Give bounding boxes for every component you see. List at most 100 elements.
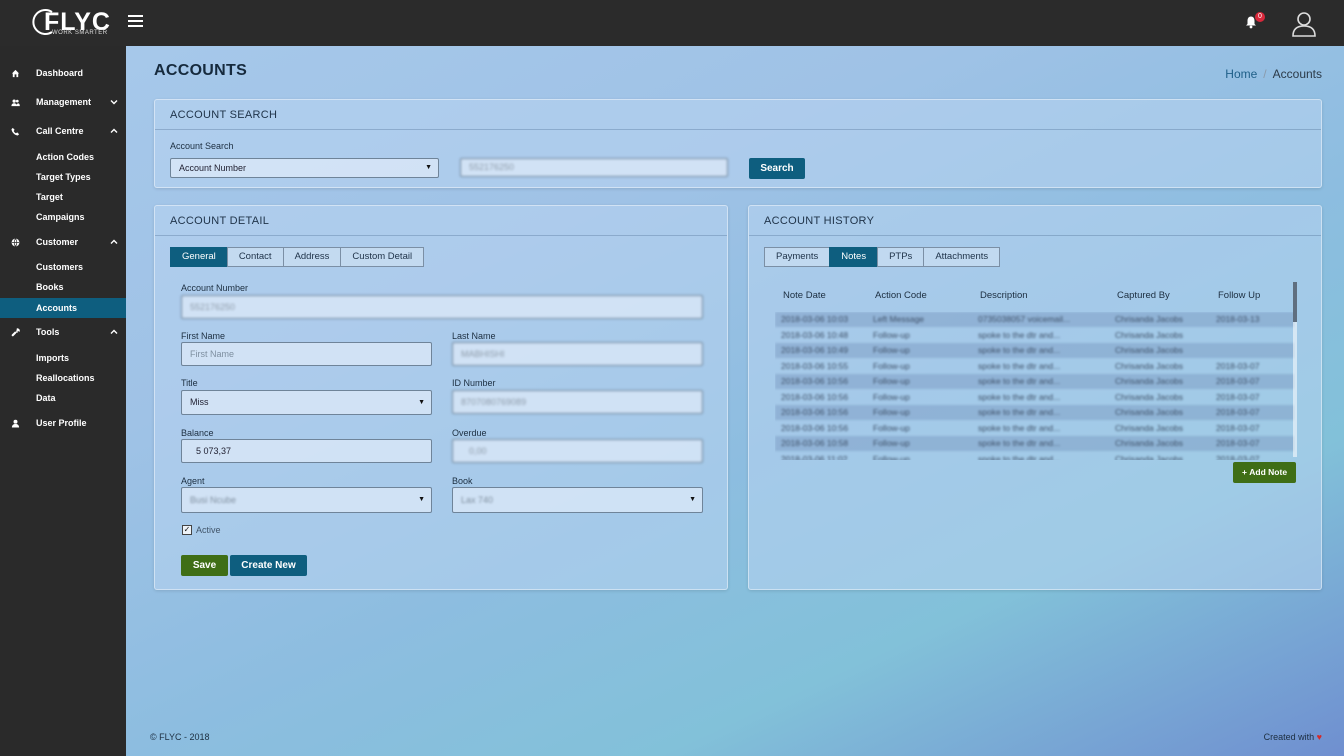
globe-icon [11,238,20,247]
sidebar-item-call-centre[interactable]: Call Centre [0,120,126,142]
sidebar-subitem-accounts[interactable]: Accounts [0,298,126,318]
sidebar-subitem-target[interactable]: Target [0,187,126,207]
account-history-tabs: Payments Notes PTPs Attachments [764,247,1001,267]
notes-table-cell: 2018-03-06 10:03 [781,314,849,324]
breadcrumb-home-link[interactable]: Home [1225,67,1257,81]
notes-table-row[interactable]: 2018-03-06 10:55 Follow-up spoke to the dt… [775,359,1295,374]
column-header-follow-up[interactable]: Follow Up [1218,290,1260,301]
sidebar-subitem-reallocations[interactable]: Reallocations [0,368,126,388]
notes-table-row[interactable]: 2018-03-06 10:48 Follow-up spoke to the dt… [775,328,1295,343]
sidebar-subitem-data[interactable]: Data [0,388,126,408]
account-detail-card: ACCOUNT DETAIL General Contact Address C… [154,205,728,590]
notes-table-cell: 2018-03-13 [1216,314,1260,324]
sidebar-subitem-customers[interactable]: Customers [0,257,126,277]
notes-table-row[interactable]: 2018-03-06 10:56 Follow-up spoke to the dt… [775,405,1295,420]
sidebar-subitem-label: Imports [36,353,70,363]
plus-icon: + [1241,467,1247,477]
notes-table-cell: 2018-03-07 [1216,360,1260,371]
agent-value: Busi Ncube [190,495,237,505]
column-header-action-code[interactable]: Action Code [875,290,927,301]
notes-table-cell: Chrisanda Jacobs [1115,314,1184,324]
sidebar-subitem-books[interactable]: Books [0,277,126,297]
create-new-button[interactable]: Create New [230,555,307,576]
search-button[interactable]: Search [749,158,805,179]
sidebar-item-customer[interactable]: Customer [0,231,126,253]
notes-table-row[interactable]: 2018-03-06 10:58 Follow-up spoke to the dt… [775,436,1295,451]
notes-table-row[interactable]: 2018-03-06 10:03 Left Message 0735038057 v… [775,312,1295,327]
search-type-value: Account Number [179,163,247,173]
notes-table-cell: Chrisanda Jacobs [1115,422,1184,433]
search-type-select[interactable]: Account Number ▼ [170,158,439,178]
tab-address[interactable]: Address [282,247,342,267]
add-note-button[interactable]: + Add Note [1233,462,1296,483]
first-name-field[interactable]: First Name [181,342,432,366]
active-label: Active [196,525,221,535]
notes-table-cell: 2018-03-06 10:55 [781,360,849,371]
sidebar-subitem-imports[interactable]: Imports [0,348,126,368]
tab-attachments[interactable]: Attachments [923,247,1001,267]
menu-toggle-icon[interactable] [128,15,144,29]
sidebar-item-management[interactable]: Management [0,91,126,113]
column-header-captured-by[interactable]: Captured By [1117,290,1170,301]
balance-field[interactable]: 5 073,37 [181,439,432,463]
notes-table-cell: Chrisanda Jacobs [1115,376,1184,386]
sidebar-item-tools[interactable]: Tools [0,321,126,343]
notes-table-cell: spoke to the dtr and... [978,422,1061,433]
book-select[interactable]: Lax 740 ▼ [452,487,703,513]
notes-table-cell: 2018-03-06 10:49 [781,345,849,355]
notes-table-row[interactable]: 2018-03-06 10:49 Follow-up spoke to the dt… [775,343,1295,358]
notes-table-cell: 2018-03-06 10:48 [781,329,849,340]
scrollbar-thumb[interactable] [1293,282,1297,322]
page-title: ACCOUNTS [154,62,248,79]
user-avatar-icon[interactable] [1290,9,1318,37]
flyc-logo[interactable]: FLYC WORK SMARTER [30,8,114,38]
balance-label: Balance [181,428,214,438]
tab-custom-detail[interactable]: Custom Detail [340,247,425,267]
sidebar-item-user-profile[interactable]: User Profile [0,412,126,434]
notes-table-cell: spoke to the dtr and... [978,329,1061,340]
search-query-input[interactable]: 552176250 [460,158,728,177]
notes-table-row[interactable]: 2018-03-06 10:56 Follow-up spoke to the dt… [775,374,1295,389]
agent-label: Agent [181,476,205,486]
sidebar-item-label: Call Centre [36,126,84,136]
notes-table-cell: Chrisanda Jacobs [1115,407,1184,417]
notes-table-cell: spoke to the dtr and... [978,438,1061,448]
notes-table-row[interactable]: 2018-03-06 11:02 Follow-up spoke to the dt… [775,452,1295,461]
active-checkbox[interactable]: ✓ [182,525,192,535]
tab-notes[interactable]: Notes [829,247,879,267]
notes-table-cell: Chrisanda Jacobs [1115,391,1184,402]
sidebar-item-dashboard[interactable]: Dashboard [0,62,126,84]
notes-table-cell: spoke to the dtr and... [978,453,1061,461]
notes-table-cell: 2018-03-06 11:02 [781,453,848,461]
chevron-up-icon [110,239,118,244]
sidebar-subitem-action-codes[interactable]: Action Codes [0,147,126,167]
sidebar-subitem-target-types[interactable]: Target Types [0,167,126,187]
sidebar-item-label: Customer [36,237,79,247]
tab-contact[interactable]: Contact [226,247,284,267]
title-select[interactable]: Miss ▼ [181,390,432,415]
account-number-field[interactable]: 552176250 [181,295,703,319]
save-button[interactable]: Save [181,555,228,576]
notes-table-row[interactable]: 2018-03-06 10:56 Follow-up spoke to the dt… [775,390,1295,405]
account-detail-tabs: General Contact Address Custom Detail [170,247,425,267]
notes-table-body: 2018-03-06 10:03 Left Message 0735038057 v… [775,312,1295,460]
agent-select[interactable]: Busi Ncube ▼ [181,487,432,513]
sidebar-subitem-label: Target [36,192,63,202]
footer-credit-text: Created with [1263,732,1315,742]
sidebar-subitem-label: Reallocations [36,373,95,383]
notes-table-cell: Follow-up [873,407,910,417]
column-header-description[interactable]: Description [980,290,1028,301]
tab-payments[interactable]: Payments [764,247,831,267]
sidebar-subitem-campaigns[interactable]: Campaigns [0,207,126,227]
overdue-field[interactable]: 0,00 [452,439,703,463]
id-number-field[interactable]: 8707080769089 [452,390,703,414]
tab-general[interactable]: General [170,247,228,267]
column-header-note-date[interactable]: Note Date [783,290,826,301]
notes-table-row[interactable]: 2018-03-06 10:56 Follow-up spoke to the dt… [775,421,1295,436]
phone-icon [11,127,20,136]
tab-ptps[interactable]: PTPs [877,247,925,267]
sidebar: Dashboard Management Call Centre Action … [0,46,126,756]
last-name-field[interactable]: MABHISHI [452,342,703,366]
notes-scrollbar[interactable] [1293,282,1297,457]
breadcrumb: Home / Accounts [1225,67,1322,81]
